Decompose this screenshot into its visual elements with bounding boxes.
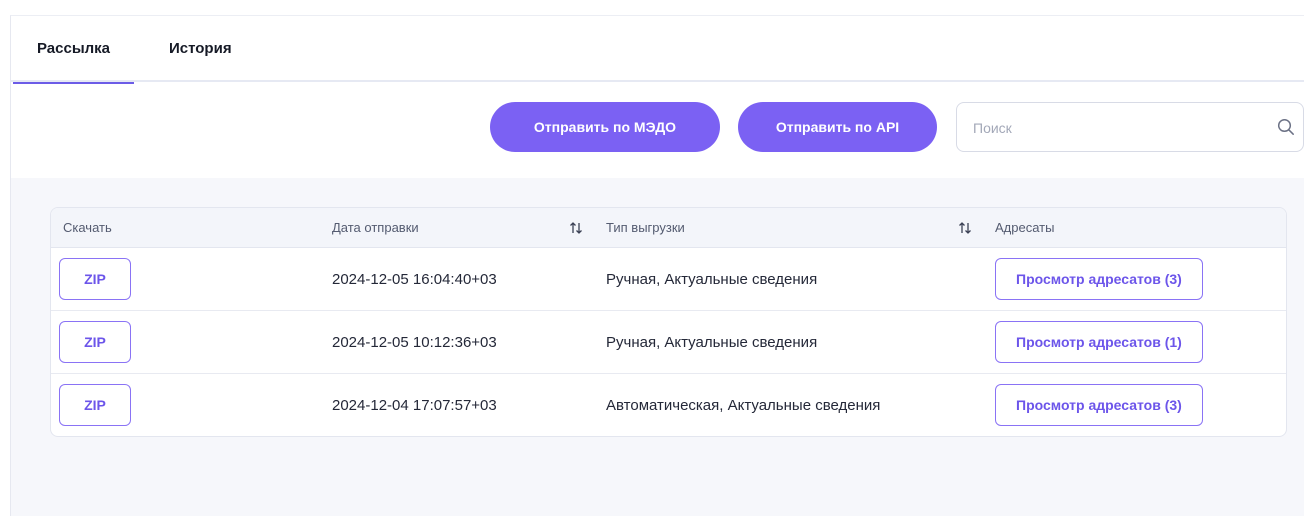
column-type: Тип выгрузки [606, 220, 685, 235]
table-row: ZIP 2024-12-05 10:12:36+03 Ручная, Актуа… [51, 311, 1286, 374]
sort-icon[interactable] [957, 220, 973, 236]
table-row: ZIP 2024-12-04 17:07:57+03 Автоматическа… [51, 374, 1286, 436]
tab-mailing[interactable]: Рассылка [12, 16, 135, 84]
tab-history[interactable]: История [169, 16, 232, 82]
panel-header: Рассылка История Отправить по МЭДО Отпра… [11, 16, 1304, 178]
view-recipients-button[interactable]: Просмотр адресатов (3) [995, 258, 1203, 300]
table-header: Скачать Дата отправки Тип выгрузки Адрес… [51, 208, 1286, 248]
toolbar: Отправить по МЭДО Отправить по API [11, 102, 1304, 154]
send-date: 2024-12-04 17:07:57+03 [332, 397, 497, 414]
send-date: 2024-12-05 16:04:40+03 [332, 271, 497, 288]
mailing-table: Скачать Дата отправки Тип выгрузки Адрес… [50, 207, 1287, 437]
export-type: Ручная, Актуальные сведения [606, 271, 818, 288]
send-medo-button[interactable]: Отправить по МЭДО [490, 102, 720, 152]
export-type: Автоматическая, Актуальные сведения [606, 397, 881, 414]
table-row: ZIP 2024-12-05 16:04:40+03 Ручная, Актуа… [51, 248, 1286, 311]
column-download: Скачать [63, 220, 112, 235]
sort-icon[interactable] [568, 220, 584, 236]
send-date: 2024-12-05 10:12:36+03 [332, 334, 497, 351]
view-recipients-button[interactable]: Просмотр адресатов (1) [995, 321, 1203, 363]
download-zip-button[interactable]: ZIP [59, 258, 131, 300]
view-recipients-button[interactable]: Просмотр адресатов (3) [995, 384, 1203, 426]
search-icon[interactable] [1277, 118, 1295, 136]
column-recipients: Адресаты [995, 220, 1055, 235]
search-input[interactable] [971, 103, 1265, 153]
download-zip-button[interactable]: ZIP [59, 321, 131, 363]
send-api-button[interactable]: Отправить по API [738, 102, 937, 152]
search-box [956, 102, 1304, 153]
download-zip-button[interactable]: ZIP [59, 384, 131, 426]
top-strip [0, 0, 1304, 15]
left-rail [0, 0, 10, 516]
column-date: Дата отправки [332, 220, 419, 235]
export-type: Ручная, Актуальные сведения [606, 334, 818, 351]
tab-bar: Рассылка История [11, 16, 1304, 84]
mailing-panel: Рассылка История Отправить по МЭДО Отпра… [10, 15, 1304, 516]
